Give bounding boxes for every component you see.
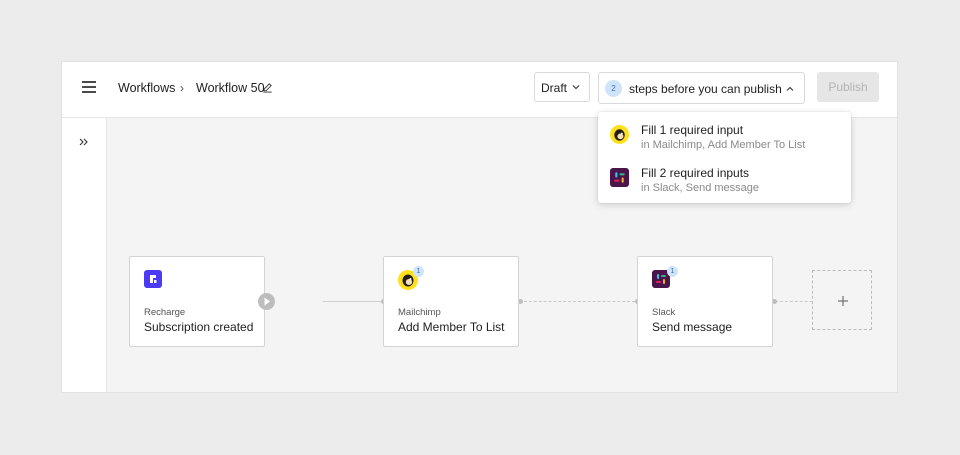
node-action-name: Subscription created	[144, 320, 254, 334]
breadcrumb-separator: ›	[180, 81, 184, 95]
status-select[interactable]: Draft	[534, 72, 590, 102]
steps-label: steps before you can publish	[629, 82, 782, 96]
dropdown-item-title: Fill 2 required inputs	[641, 166, 750, 180]
node-action-name: Send message	[652, 320, 733, 334]
pencil-icon[interactable]	[262, 82, 273, 93]
expand-sidebar-icon[interactable]	[78, 136, 90, 148]
recharge-icon	[144, 270, 162, 288]
dropdown-item-slack[interactable]: Fill 2 required inputs in Slack, Send me…	[598, 157, 851, 200]
sidebar	[62, 118, 107, 392]
node-action-name: Add Member To List	[398, 320, 505, 334]
dropdown-item-subtitle: in Mailchimp, Add Member To List	[641, 139, 806, 151]
mailchimp-icon	[610, 125, 629, 144]
connector-line	[519, 301, 635, 302]
workflow-node-slack[interactable]: 1 Slack Send message	[637, 256, 773, 347]
steps-count-badge: 2	[605, 80, 622, 97]
run-trigger-button[interactable]	[258, 293, 275, 310]
publish-button[interactable]: Publish	[817, 72, 879, 102]
slack-icon	[610, 168, 629, 187]
breadcrumb-workflows[interactable]: Workflows	[118, 81, 175, 95]
node-app-name: Mailchimp	[398, 307, 441, 318]
hamburger-menu-icon[interactable]	[82, 81, 96, 95]
status-select-value: Draft	[541, 81, 568, 95]
publish-steps-dropdown: Fill 1 required input in Mailchimp, Add …	[598, 112, 851, 203]
chevron-down-icon	[572, 85, 580, 90]
dropdown-item-subtitle: in Slack, Send message	[641, 182, 760, 194]
workflow-node-mailchimp[interactable]: 1 Mailchimp Add Member To List	[383, 256, 519, 347]
workflow-node-trigger[interactable]: Recharge Subscription created	[129, 256, 265, 347]
top-bar: Workflows › Workflow 50 Draft 2 steps be…	[62, 62, 897, 118]
publish-steps-button[interactable]: 2 steps before you can publish	[598, 72, 805, 104]
play-icon	[264, 297, 270, 306]
add-step-button[interactable]	[812, 270, 872, 330]
plus-icon	[838, 296, 848, 306]
node-app-name: Recharge	[144, 307, 186, 318]
error-count-badge: 1	[413, 266, 424, 277]
workflow-name: Workflow 50	[196, 81, 265, 95]
error-count-badge: 1	[667, 266, 678, 277]
node-app-name: Slack	[652, 307, 676, 318]
dropdown-item-title: Fill 1 required input	[641, 123, 744, 137]
chevron-up-icon	[786, 86, 794, 91]
dropdown-item-mailchimp[interactable]: Fill 1 required input in Mailchimp, Add …	[598, 114, 851, 157]
connector-line	[323, 301, 382, 302]
